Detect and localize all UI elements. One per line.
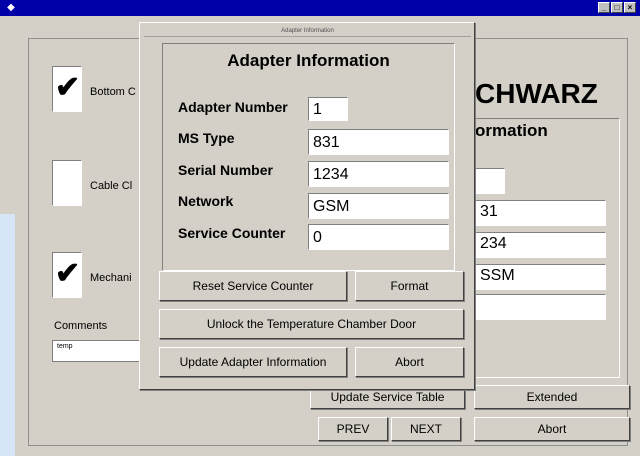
next-button[interactable]: NEXT — [391, 417, 461, 441]
close-button[interactable]: × — [624, 2, 636, 13]
bg-field-1[interactable] — [475, 168, 505, 194]
dialog-abort-button[interactable]: Abort — [355, 347, 464, 377]
bg-field-counter[interactable] — [475, 294, 606, 320]
bg-field-network[interactable]: SSM — [475, 264, 606, 290]
service-counter-field[interactable]: 0 — [308, 224, 449, 250]
network-field[interactable]: GSM — [308, 193, 449, 219]
info-title: ormation — [475, 121, 548, 140]
checkmark-icon: ✔ — [55, 257, 81, 290]
cable-checkbox-label: Cable Cl — [90, 180, 133, 192]
comments-input[interactable]: temp — [52, 340, 142, 362]
dialog-heading: Adapter Information — [227, 51, 390, 70]
checkmark-icon: ✔ — [55, 71, 81, 104]
ms-type-label: MS Type — [178, 130, 235, 146]
minimize-button[interactable]: _ — [598, 2, 610, 13]
service-counter-label: Service Counter — [178, 225, 286, 241]
bg-field-ms-type[interactable]: 31 — [475, 200, 606, 226]
mechanical-checkbox[interactable]: ✔ — [52, 252, 82, 298]
cable-checkbox[interactable] — [52, 160, 82, 206]
ms-type-field[interactable]: 831 — [308, 129, 449, 155]
reset-service-counter-button[interactable]: Reset Service Counter — [159, 271, 347, 301]
format-button[interactable]: Format — [355, 271, 464, 301]
maximize-button[interactable]: □ — [611, 2, 623, 13]
comments-label: Comments — [54, 320, 108, 332]
adapter-number-label: Adapter Number — [178, 99, 288, 115]
update-adapter-info-button[interactable]: Update Adapter Information — [159, 347, 347, 377]
unlock-door-button[interactable]: Unlock the Temperature Chamber Door — [159, 309, 464, 339]
side-strip — [0, 214, 15, 456]
abort-button[interactable]: Abort — [474, 417, 630, 441]
adapter-info-dialog: Adapter Information Adapter Information … — [139, 22, 475, 390]
main-titlebar: ◆ _ □ × — [0, 0, 640, 16]
network-label: Network — [178, 193, 234, 209]
adapter-number-field[interactable]: 1 — [308, 97, 348, 121]
brand-logo-text: CHWARZ — [475, 78, 598, 109]
bg-field-serial[interactable]: 234 — [475, 232, 606, 258]
app-icon[interactable]: ◆ — [5, 2, 17, 14]
bottom-checkbox-label: Bottom C — [90, 86, 136, 98]
extended-button[interactable]: Extended — [474, 385, 630, 409]
bottom-checkbox[interactable]: ✔ — [52, 66, 82, 112]
serial-number-label: Serial Number — [178, 162, 273, 178]
dialog-titlebar: Adapter Information — [144, 26, 471, 37]
serial-number-field[interactable]: 1234 — [308, 161, 449, 187]
prev-button[interactable]: PREV — [318, 417, 388, 441]
mechanical-checkbox-label: Mechani — [90, 272, 132, 284]
